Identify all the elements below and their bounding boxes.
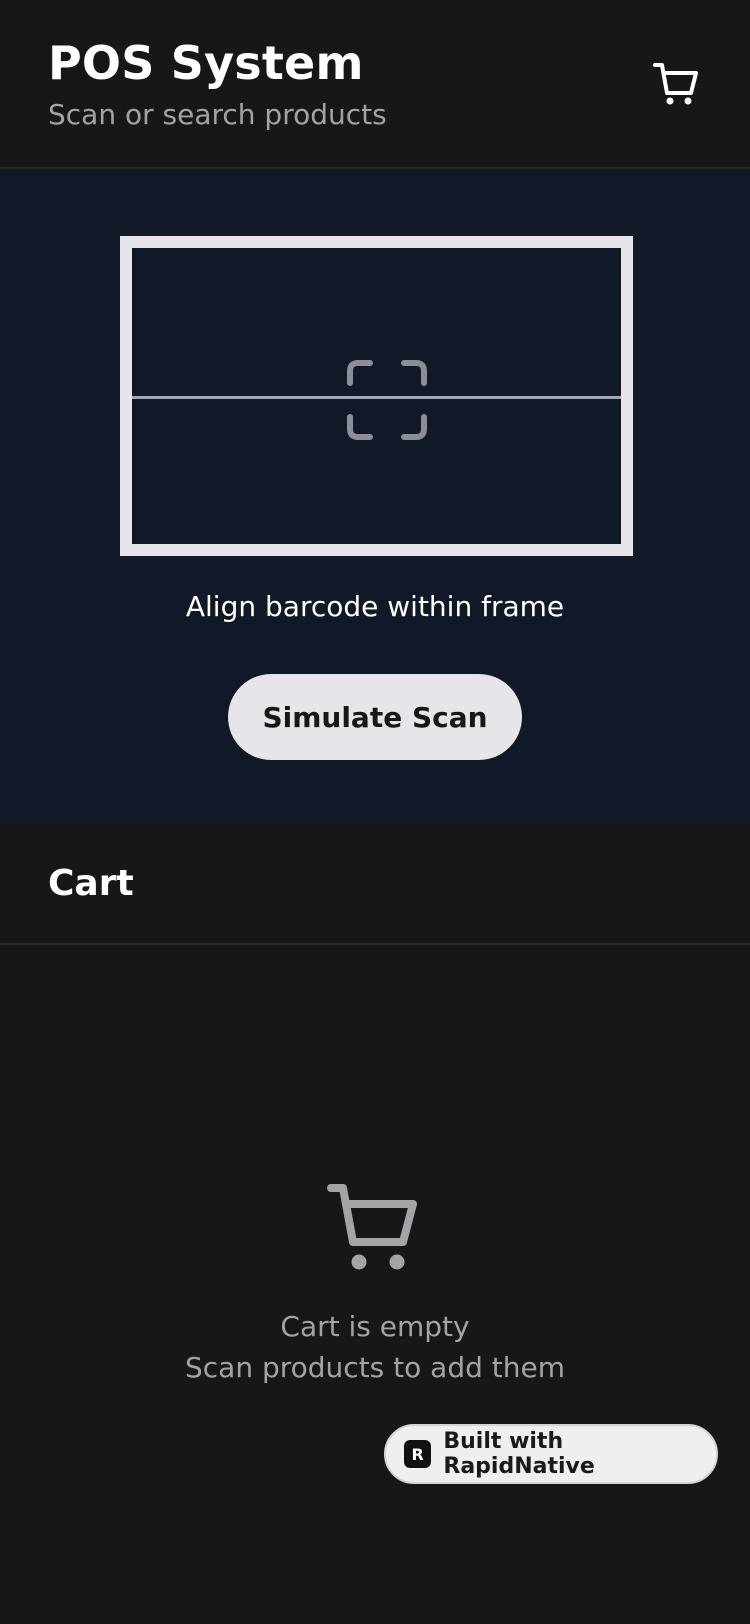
scan-frame [120, 236, 633, 556]
scan-focus-icon [347, 360, 427, 440]
simulate-scan-button[interactable]: Simulate Scan [228, 674, 522, 760]
cart-header: Cart [0, 823, 750, 945]
rapidnative-logo-icon: R [404, 1440, 432, 1468]
empty-cart-message: Cart is empty [280, 1310, 470, 1343]
cart-title: Cart [48, 863, 134, 904]
scan-hint: Align barcode within frame [185, 590, 565, 623]
badge-label: Built with RapidNative [443, 1429, 595, 1479]
page-title: POS System [48, 36, 364, 90]
built-with-badge[interactable]: R Built with RapidNative [384, 1424, 718, 1484]
cart-empty-state: Cart is empty Scan products to add them [0, 1180, 750, 1384]
empty-cart-hint: Scan products to add them [185, 1351, 565, 1384]
page-subtitle: Scan or search products [48, 98, 387, 131]
shopping-cart-icon [653, 63, 698, 105]
scanner-section: Align barcode within frame Simulate Scan [0, 170, 750, 823]
cart-button[interactable] [650, 58, 702, 110]
shopping-cart-icon [327, 1184, 417, 1270]
app-header: POS System Scan or search products [0, 0, 750, 169]
app-root: POS System Scan or search products Align… [0, 0, 750, 1624]
